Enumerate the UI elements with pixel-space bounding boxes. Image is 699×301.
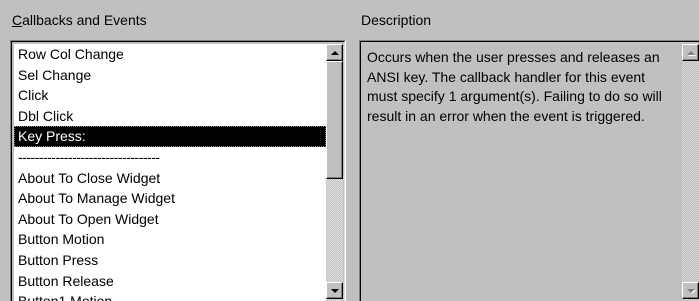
callbacks-listbox[interactable]: Row Col Change Sel Change Click Dbl Click Ke… — [10, 40, 346, 301]
list-item[interactable]: About To Manage Widget — [14, 188, 326, 209]
callbacks-events-panel: Callbacks and Events Description Row Col… — [0, 0, 699, 301]
description-scrollbar[interactable] — [682, 44, 699, 301]
arrow-up-icon — [686, 50, 695, 55]
scroll-thumb[interactable] — [326, 61, 343, 179]
scroll-up-button[interactable] — [326, 44, 343, 61]
description-label: Description — [361, 12, 432, 28]
list-item[interactable]: Button1 Motion — [14, 291, 326, 301]
list-separator[interactable]: ---------------------------------- — [14, 147, 326, 168]
list-item[interactable]: Button Motion — [14, 229, 326, 250]
description-box[interactable]: Occurs when the user presses and release… — [359, 40, 699, 301]
callbacks-accelerator: C — [12, 12, 23, 28]
arrow-up-icon — [330, 50, 339, 55]
list-item[interactable]: Sel Change — [14, 65, 326, 86]
callbacks-list[interactable]: Row Col Change Sel Change Click Dbl Click Ke… — [14, 44, 326, 301]
list-item[interactable]: Button Press — [14, 250, 326, 271]
list-item[interactable]: Row Col Change — [14, 44, 326, 65]
callbacks-scrollbar[interactable] — [326, 44, 343, 301]
arrow-down-icon — [686, 288, 695, 293]
callbacks-label-text: allbacks and Events — [22, 12, 147, 28]
list-item[interactable]: Button Release — [14, 271, 326, 292]
description-text: Occurs when the user presses and release… — [363, 44, 682, 301]
list-item[interactable]: About To Open Widget — [14, 209, 326, 230]
scroll-down-button[interactable] — [326, 282, 343, 299]
list-item[interactable]: Key Press: — [14, 126, 326, 147]
list-item[interactable]: About To Close Widget — [14, 168, 326, 189]
list-item[interactable]: Click — [14, 85, 326, 106]
list-item[interactable]: Dbl Click — [14, 106, 326, 127]
description-scroll-up-button[interactable] — [682, 44, 699, 61]
callbacks-events-label: Callbacks and Events — [12, 11, 147, 29]
description-scroll-down-button[interactable] — [682, 282, 699, 299]
arrow-down-icon — [330, 288, 339, 293]
